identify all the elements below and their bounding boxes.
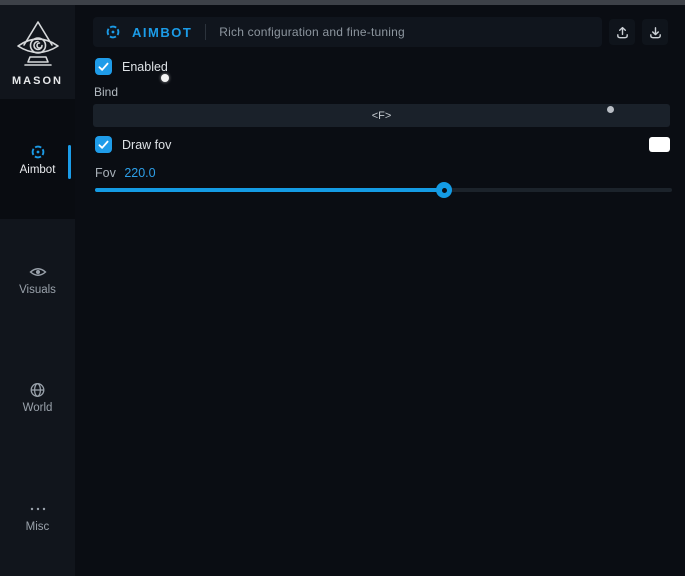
checkmark-icon bbox=[98, 62, 109, 72]
import-config-button[interactable] bbox=[642, 19, 668, 45]
sidebar: MASON Aimbot Visuals bbox=[0, 5, 75, 576]
enabled-label: Enabled bbox=[122, 60, 168, 74]
section-subtitle: Rich configuration and fine-tuning bbox=[219, 25, 405, 39]
draw-fov-label: Draw fov bbox=[122, 138, 171, 152]
header-separator bbox=[205, 24, 206, 40]
enabled-checkbox[interactable] bbox=[95, 58, 112, 75]
ellipsis-icon bbox=[29, 501, 47, 517]
sidebar-item-label: World bbox=[0, 402, 75, 414]
window-title-strip bbox=[0, 0, 685, 5]
sidebar-item-world[interactable]: World bbox=[0, 382, 75, 414]
draw-fov-color-swatch[interactable] bbox=[649, 137, 670, 152]
fov-slider-fill bbox=[95, 188, 444, 192]
sidebar-item-visuals[interactable]: Visuals bbox=[0, 264, 75, 296]
fov-label: Fov bbox=[95, 166, 116, 180]
sidebar-item-label: Misc bbox=[0, 521, 75, 533]
section-header: AIMBOT Rich configuration and fine-tunin… bbox=[93, 17, 602, 47]
fov-slider[interactable] bbox=[95, 188, 672, 192]
app-window: MASON Aimbot Visuals bbox=[0, 0, 685, 576]
download-icon bbox=[648, 25, 663, 40]
section-title: AIMBOT bbox=[132, 25, 192, 40]
crosshair-icon bbox=[105, 24, 121, 40]
logo-text: MASON bbox=[0, 75, 75, 87]
drag-dot bbox=[607, 106, 614, 113]
checkmark-icon bbox=[98, 140, 109, 150]
eye-icon bbox=[29, 264, 47, 280]
crosshair-icon bbox=[29, 144, 47, 160]
fov-value: 220.0 bbox=[124, 166, 155, 180]
draw-fov-row: Draw fov bbox=[95, 136, 171, 153]
export-config-button[interactable] bbox=[609, 19, 635, 45]
enabled-row: Enabled bbox=[95, 58, 168, 75]
sidebar-item-label: Aimbot bbox=[0, 164, 75, 176]
mason-pyramid-eye-icon bbox=[0, 19, 75, 71]
fov-label-row: Fov 220.0 bbox=[95, 166, 156, 180]
bind-input[interactable]: <F> bbox=[93, 104, 670, 127]
fov-slider-handle[interactable] bbox=[436, 182, 452, 198]
sidebar-item-label: Visuals bbox=[0, 284, 75, 296]
bind-label: Bind bbox=[94, 85, 118, 99]
globe-icon bbox=[29, 382, 47, 398]
upload-icon bbox=[615, 25, 630, 40]
sidebar-item-misc[interactable]: Misc bbox=[0, 501, 75, 533]
app-logo: MASON bbox=[0, 19, 75, 87]
bind-value: <F> bbox=[372, 110, 392, 122]
draw-fov-checkbox[interactable] bbox=[95, 136, 112, 153]
cursor-dot bbox=[161, 74, 169, 82]
sidebar-item-aimbot[interactable]: Aimbot bbox=[0, 144, 75, 176]
